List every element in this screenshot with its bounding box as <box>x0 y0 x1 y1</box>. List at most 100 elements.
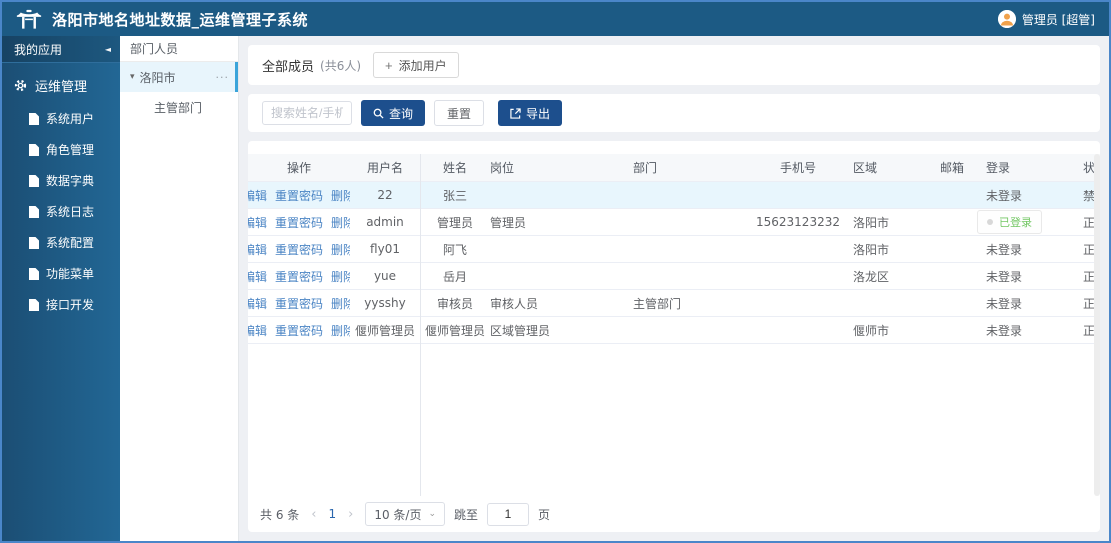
col-header-login: 登录 <box>986 161 1011 175</box>
cell-phone: 15623123232 <box>756 215 840 229</box>
cell-region: 洛阳市 <box>853 215 890 230</box>
users-table: 操作 用户名 姓名 岗位 部门 手机号 区域 邮箱 登录 状态 <box>248 154 1100 496</box>
table-row[interactable]: 编辑 重置密码 删除 yue 岳月 洛龙区 未登录 正常 <box>248 263 1100 290</box>
delete-link[interactable]: 删除 <box>331 268 350 285</box>
sidebar-item-function-menu[interactable]: 功能菜单 <box>2 258 120 289</box>
sidebar-item-data-dict[interactable]: 数据字典 <box>2 165 120 196</box>
cell-name: 张三 <box>442 188 467 203</box>
cell-login: 未登录 <box>986 242 1023 257</box>
tree-node-label: 主管部门 <box>154 100 203 115</box>
sidebar-item-label: 系统用户 <box>46 112 95 126</box>
cell-position: 审核人员 <box>490 296 539 311</box>
status-dot-icon <box>987 219 993 225</box>
sidebar-item-label: 接口开发 <box>46 298 95 312</box>
cell-login: 未登录 <box>986 269 1023 284</box>
cell-login: 已登录 <box>999 216 1032 229</box>
delete-link[interactable]: 删除 <box>331 241 350 258</box>
sidebar-item-system-logs[interactable]: 系统日志 <box>2 196 120 227</box>
reset-password-link[interactable]: 重置密码 <box>275 322 323 339</box>
cell-username: admin <box>366 215 404 229</box>
reset-password-link[interactable]: 重置密码 <box>275 268 323 285</box>
sidebar: 我的应用 ◄ 运维管理 系统用户 角色管理 数据字典 系统日志 系统配置 功能菜… <box>2 36 120 541</box>
export-button[interactable]: 导出 <box>498 100 563 126</box>
department-tree-panel: 部门人员 ▾ 洛阳市 ··· 主管部门 <box>120 36 239 541</box>
tree-node-supervising-dept[interactable]: 主管部门 <box>120 92 238 122</box>
reset-password-link[interactable]: 重置密码 <box>275 214 323 231</box>
reset-password-link[interactable]: 重置密码 <box>275 295 323 312</box>
table-scrollbar[interactable] <box>1094 154 1100 496</box>
document-icon <box>29 143 39 156</box>
query-button[interactable]: 查询 <box>361 100 426 126</box>
cell-username: yue <box>373 269 397 283</box>
app-logo-icon <box>16 8 42 30</box>
next-page-button[interactable]: › <box>345 507 356 522</box>
my-apps-label: 我的应用 <box>14 42 63 57</box>
page-size-select[interactable]: 10 条/页 ⌄ <box>365 502 445 526</box>
members-label: 全部成员 <box>262 59 315 75</box>
reset-password-link[interactable]: 重置密码 <box>275 241 323 258</box>
sidebar-group-ops[interactable]: 运维管理 <box>2 67 120 103</box>
cell-name: 管理员 <box>436 215 473 230</box>
jump-to-label: 跳至 <box>454 507 479 522</box>
table-row[interactable]: 编辑 重置密码 删除 yysshy 审核员 审核人员 主管部门 未登录 正常 <box>248 290 1100 317</box>
sidebar-item-system-config[interactable]: 系统配置 <box>2 227 120 258</box>
sidebar-my-apps[interactable]: 我的应用 ◄ <box>2 36 120 63</box>
sidebar-item-api-dev[interactable]: 接口开发 <box>2 289 120 320</box>
cell-login: 未登录 <box>986 323 1023 338</box>
cell-username: yysshy <box>364 296 406 310</box>
cell-username: fly01 <box>370 242 400 256</box>
col-header-phone: 手机号 <box>779 161 816 175</box>
document-icon <box>29 112 39 125</box>
delete-link[interactable]: 删除 <box>331 295 350 312</box>
document-icon <box>29 298 39 311</box>
more-icon[interactable]: ··· <box>216 71 230 84</box>
add-user-button[interactable]: + 添加用户 <box>373 52 459 78</box>
table-row[interactable]: 编辑 重置密码 删除 偃师管理员 偃师管理员 区域管理员 偃师市 未登录 正常 <box>248 317 1100 344</box>
document-icon <box>29 174 39 187</box>
col-header-actions: 操作 <box>286 161 311 175</box>
total-count-label: 共 6 条 <box>260 507 300 522</box>
edit-link[interactable]: 编辑 <box>248 268 267 285</box>
plus-icon: + <box>385 57 393 73</box>
edit-link[interactable]: 编辑 <box>248 187 267 204</box>
caret-down-icon[interactable]: ▾ <box>130 72 135 82</box>
user-menu[interactable]: 管理员 [超管] <box>997 10 1095 28</box>
add-user-label: 添加用户 <box>398 58 447 73</box>
current-page[interactable]: 1 <box>328 507 336 521</box>
edit-link[interactable]: 编辑 <box>248 214 267 231</box>
collapse-icon[interactable]: ◄ <box>105 45 111 54</box>
tree-node-luoyang[interactable]: ▾ 洛阳市 ··· <box>120 62 238 92</box>
cell-region: 洛龙区 <box>853 269 890 284</box>
search-bar: 查询 重置 导出 <box>248 94 1100 132</box>
cell-name: 偃师管理员 <box>424 323 485 338</box>
delete-link[interactable]: 删除 <box>331 214 350 231</box>
cell-username: 偃师管理员 <box>354 323 415 338</box>
search-input[interactable] <box>262 101 352 125</box>
delete-link[interactable]: 删除 <box>331 187 350 204</box>
table-row[interactable]: 编辑 重置密码 删除 fly01 阿飞 洛阳市 未登录 正常 <box>248 236 1100 263</box>
query-label: 查询 <box>389 106 414 121</box>
edit-link[interactable]: 编辑 <box>248 241 267 258</box>
table-header-row: 操作 用户名 姓名 岗位 部门 手机号 区域 邮箱 登录 状态 <box>248 154 1100 182</box>
prev-page-button[interactable]: ‹ <box>308 507 319 522</box>
reset-button[interactable]: 重置 <box>434 100 485 126</box>
tree-panel-title: 部门人员 <box>120 36 238 62</box>
edit-link[interactable]: 编辑 <box>248 295 267 312</box>
sidebar-item-role-mgmt[interactable]: 角色管理 <box>2 134 120 165</box>
table-row[interactable]: 编辑 重置密码 删除 22 张三 未登录 禁用 <box>248 182 1100 209</box>
members-toolbar: 全部成员 (共6人) + 添加用户 <box>248 45 1100 85</box>
table-row[interactable]: 编辑 重置密码 删除 admin 管理员 管理员 15623123232 洛阳市 <box>248 209 1100 236</box>
cell-login: 未登录 <box>986 188 1023 203</box>
sidebar-item-label: 数据字典 <box>46 174 95 188</box>
users-table-card: 操作 用户名 姓名 岗位 部门 手机号 区域 邮箱 登录 状态 <box>248 141 1100 532</box>
chevron-down-icon: ⌄ <box>428 509 436 519</box>
cell-region: 洛阳市 <box>853 242 890 257</box>
reset-password-link[interactable]: 重置密码 <box>275 187 323 204</box>
app-body: 我的应用 ◄ 运维管理 系统用户 角色管理 数据字典 系统日志 系统配置 功能菜… <box>2 36 1109 541</box>
jump-page-input[interactable] <box>487 502 530 526</box>
edit-link[interactable]: 编辑 <box>248 322 267 339</box>
delete-link[interactable]: 删除 <box>331 322 350 339</box>
sidebar-item-system-users[interactable]: 系统用户 <box>2 103 120 134</box>
logged-in-badge: 已登录 <box>977 210 1042 234</box>
cell-position: 区域管理员 <box>490 323 551 338</box>
